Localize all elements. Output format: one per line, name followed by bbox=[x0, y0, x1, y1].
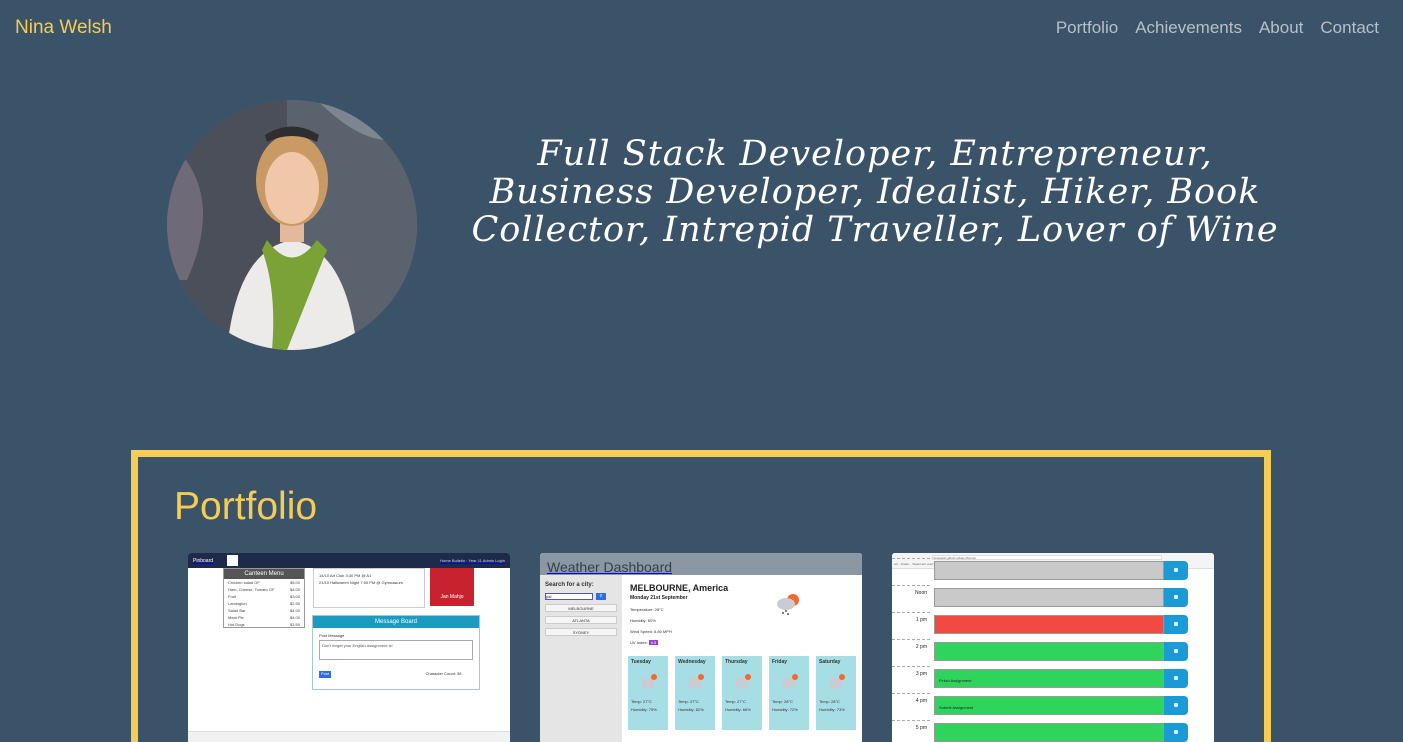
list-item: Ham, Cheese, Tomato GF $4.00 bbox=[228, 587, 300, 592]
list-item: 14/10 Art Club 3:30 PM @ A1 bbox=[319, 573, 372, 578]
rain-cloud-icon bbox=[641, 674, 657, 689]
project-card-weather[interactable]: Weather Dashboard Search for a city: pal… bbox=[540, 553, 862, 742]
nav-link-achievements[interactable]: Achievements bbox=[1135, 18, 1242, 38]
weather-sidebar: Search for a city: pal ⚲ MELBOURNE ATLAN… bbox=[540, 575, 622, 742]
list-item: Salad Bar $4.00 bbox=[228, 608, 300, 613]
save-icon bbox=[1164, 642, 1188, 661]
rain-cloud-icon bbox=[688, 674, 704, 689]
events-list: 14/10 Art Club 3:30 PM @ A1 21/10 Hallow… bbox=[313, 568, 425, 608]
book-title: Jan Mahjo bbox=[440, 594, 464, 600]
uv-badge: 0.5 bbox=[648, 640, 659, 645]
save-icon bbox=[1164, 696, 1188, 715]
list-item: Chicken salad GF $5.00 bbox=[228, 580, 300, 585]
city-history-item: SYDNEY bbox=[545, 628, 617, 636]
nav-link-contact[interactable]: Contact bbox=[1320, 18, 1379, 38]
weather-dashboard-title: Weather Dashboard bbox=[540, 553, 862, 575]
nav-link-about[interactable]: About bbox=[1259, 18, 1303, 38]
save-icon bbox=[1164, 561, 1188, 580]
planner-row bbox=[892, 558, 1214, 584]
pinboard-footer bbox=[188, 731, 510, 742]
canteen-menu: Canteen Menu Chicken salad GF $5.00 Ham, … bbox=[223, 568, 305, 628]
forecast-card: Tuesday Temp: 27°C Humidity: 75% bbox=[628, 656, 668, 730]
hour-label: 2 pm bbox=[892, 639, 930, 665]
forecast-card: Saturday Temp: 28°C Humidity: 73% bbox=[816, 656, 856, 730]
current-date: Monday 21st September bbox=[630, 595, 688, 601]
hour-label: Noon bbox=[892, 585, 930, 611]
hour-label: 5 pm bbox=[892, 720, 930, 742]
forecast-card: Thursday Temp: 27°C Humidity: 66% bbox=[722, 656, 762, 730]
pinboard-navbar: Pinboard Home Bulletin · Year 11 Admin L… bbox=[188, 553, 510, 568]
list-item: Lamington $2.50 bbox=[228, 601, 300, 606]
hour-label bbox=[892, 558, 930, 584]
planner-row: 4 pm Submit Assignment bbox=[892, 693, 1214, 719]
hour-label: 4 pm bbox=[892, 693, 930, 719]
list-item: 21/10 Halloween Night 7:00 PM @ Gymnasiu… bbox=[319, 580, 403, 585]
city-history-item: ATLANTA bbox=[545, 616, 617, 624]
rain-cloud-icon bbox=[777, 594, 799, 615]
list-item: Hot Dogs $3.50 bbox=[228, 622, 300, 627]
save-icon bbox=[1164, 588, 1188, 607]
portfolio-heading: Portfolio bbox=[174, 485, 318, 528]
time-block-future: Finish Assignment bbox=[934, 669, 1164, 688]
search-icon: ⚲ bbox=[596, 593, 606, 600]
list-item: Fruit $3.00 bbox=[228, 594, 300, 599]
current-weather: MELBOURNE, America Monday 21st September… bbox=[630, 583, 855, 645]
forecast-card: Friday Temp: 28°C Humidity: 72% bbox=[769, 656, 809, 730]
forecast-row: Tuesday Temp: 27°C Humidity: 75% Wednesd… bbox=[628, 656, 856, 730]
hour-label: 1 pm bbox=[892, 612, 930, 638]
planner-row: 5 pm bbox=[892, 720, 1214, 742]
wind-stat: Wind Speed: 8.80 MPH bbox=[630, 629, 672, 634]
post-message-text: Don't forget your English Assignment is! bbox=[319, 640, 473, 660]
brand-link[interactable]: Nina Welsh bbox=[15, 17, 112, 39]
time-block-present bbox=[934, 615, 1164, 634]
save-icon bbox=[1164, 723, 1188, 742]
rain-cloud-icon bbox=[829, 674, 845, 689]
message-board: Message Board Post Message Don't forget … bbox=[312, 615, 480, 690]
forecast-card: Wednesday Temp: 27°C Humidity: 82% bbox=[675, 656, 715, 730]
planner-row: 3 pm Finish Assignment bbox=[892, 666, 1214, 692]
time-block-past bbox=[934, 588, 1164, 607]
canteen-menu-title: Canteen Menu bbox=[224, 569, 304, 579]
save-icon bbox=[1164, 669, 1188, 688]
rain-cloud-icon bbox=[735, 674, 751, 689]
book-cover-image: Jan Mahjo bbox=[430, 568, 474, 606]
planner-row: 1 pm bbox=[892, 612, 1214, 638]
project-card-pinboard[interactable]: Pinboard Home Bulletin · Year 11 Admin L… bbox=[188, 553, 510, 742]
message-board-title: Message Board bbox=[313, 616, 479, 628]
temperature-stat: Temperature: 28°C bbox=[630, 607, 664, 612]
hero-tagline: Full Stack Developer, Entrepreneur, Busi… bbox=[471, 134, 1279, 250]
city-history-item: MELBOURNE bbox=[545, 604, 617, 612]
save-icon bbox=[1164, 615, 1188, 634]
portfolio-section: Portfolio Pinboard Home Bulletin · Year … bbox=[131, 450, 1271, 742]
uv-stat: UV Index: 0.5 bbox=[630, 640, 659, 645]
post-button: Post bbox=[319, 671, 331, 678]
humidity-stat: Humidity: 60% bbox=[630, 618, 656, 623]
time-block-future bbox=[934, 723, 1164, 742]
current-city: MELBOURNE, America bbox=[630, 583, 729, 593]
pinboard-logo-icon bbox=[227, 555, 239, 566]
planner-row: Noon bbox=[892, 585, 1214, 611]
nav-link-portfolio[interactable]: Portfolio bbox=[1056, 18, 1118, 38]
time-block-past bbox=[934, 561, 1164, 580]
time-block-future bbox=[934, 642, 1164, 661]
pinboard-nav: Home Bulletin · Year 11 Admin Login bbox=[440, 558, 505, 563]
pinboard-brand: Pinboard bbox=[193, 557, 214, 564]
city-search-input: pal bbox=[545, 593, 593, 600]
hour-label: 3 pm bbox=[892, 666, 930, 692]
project-card-day-planner[interactable]: ninawelsh.github.io/Day-Planner ect · Gr… bbox=[892, 553, 1214, 742]
rain-cloud-icon bbox=[782, 674, 798, 689]
planner-row: 2 pm bbox=[892, 639, 1214, 665]
main-nav: Portfolio Achievements About Contact bbox=[1056, 18, 1379, 38]
search-label: Search for a city: bbox=[545, 582, 594, 588]
profile-photo bbox=[167, 100, 417, 350]
character-count: Character Count: 38 bbox=[425, 671, 462, 676]
time-block-future: Submit Assignment bbox=[934, 696, 1164, 715]
list-item: Meat Pie $4.00 bbox=[228, 615, 300, 620]
post-message-label: Post Message bbox=[319, 633, 345, 638]
